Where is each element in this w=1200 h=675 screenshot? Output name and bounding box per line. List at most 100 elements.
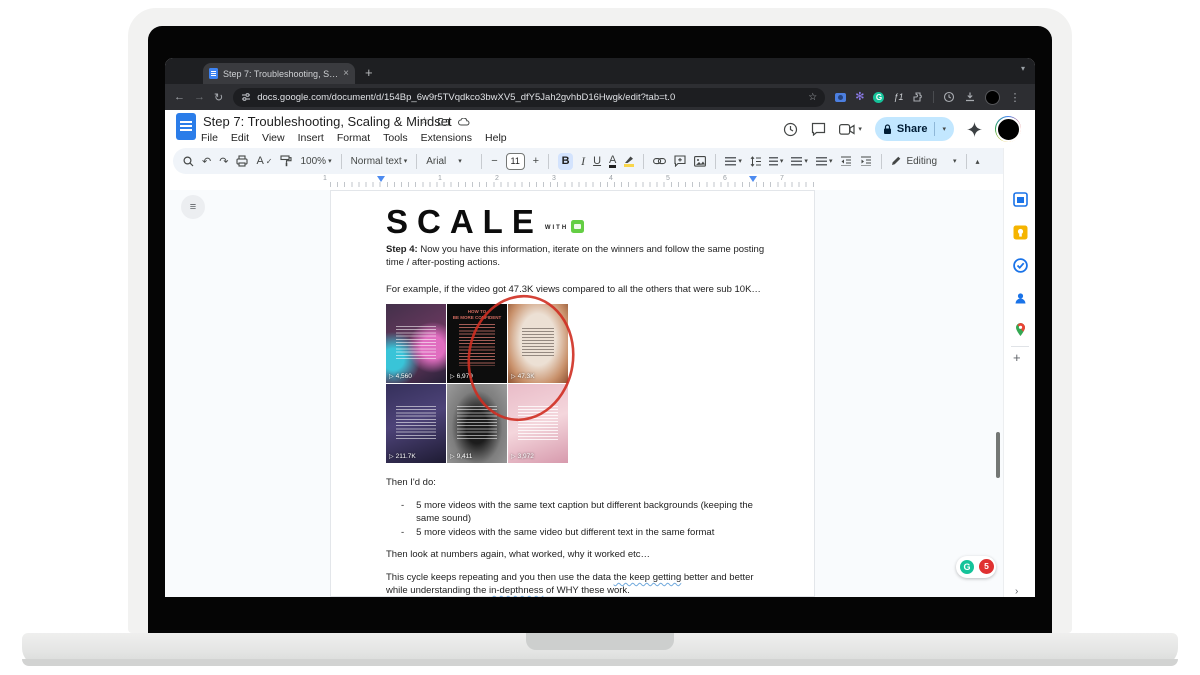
download-icon[interactable] [964, 91, 976, 103]
back-button[interactable]: ← [174, 91, 185, 103]
align-button[interactable]: ▾ [725, 157, 742, 166]
reload-button[interactable]: ↻ [214, 91, 223, 104]
insert-image-icon[interactable] [694, 156, 706, 167]
editing-mode-select[interactable]: Editing ▾ [891, 156, 956, 167]
italic-button[interactable]: I [581, 154, 585, 169]
move-folder-icon[interactable] [438, 117, 449, 126]
paint-format-icon[interactable] [280, 155, 292, 167]
scale-logo: SCALE WITH [386, 205, 584, 239]
star-document-icon[interactable]: ☆ [420, 116, 429, 127]
document-title[interactable]: Step 7: Troubleshooting, Scaling & Minds… [203, 114, 452, 129]
print-icon[interactable] [236, 155, 248, 167]
purple-extension-icon[interactable]: ✻ [855, 92, 864, 103]
font-size-input[interactable]: 11 [506, 153, 525, 170]
bullet-dash: - [401, 526, 404, 539]
grammarly-widget[interactable]: G 5 [956, 556, 996, 578]
font-size-increase[interactable]: + [533, 155, 539, 167]
keep-icon[interactable] [1013, 225, 1028, 240]
play-icon: ▷ [389, 453, 394, 460]
divider [548, 154, 549, 169]
tiktok-grid-image: ▷4,560 HOW TOBE MORE CONFIDENT ▷6,979 ▷4… [386, 304, 567, 464]
font-select[interactable]: Arial▾ [426, 156, 472, 167]
menu-item[interactable]: Format [337, 132, 370, 144]
browser-menu-icon[interactable]: ⋮ [1009, 91, 1020, 104]
ruler[interactable]: 11234567 [165, 174, 1003, 189]
numbered-list-button[interactable]: ▾ [816, 157, 833, 166]
bookmark-star-icon[interactable]: ☆ [808, 92, 817, 103]
docs-favicon-icon [209, 68, 218, 79]
search-icon[interactable] [183, 156, 194, 167]
browser-tab[interactable]: Step 7: Troubleshooting, Scal × [203, 63, 355, 84]
font-size-decrease[interactable]: − [491, 155, 497, 167]
tab-strip: Step 7: Troubleshooting, Scal × + ▾ [165, 58, 1035, 84]
menu-item[interactable]: File [201, 132, 218, 144]
highlight-color-button[interactable] [624, 155, 634, 167]
underline-button[interactable]: U [593, 155, 601, 167]
camera-extension-icon[interactable] [835, 93, 846, 102]
address-bar[interactable]: docs.google.com/document/d/154Bp_6w9r5TV… [233, 88, 825, 107]
document-canvas: ≡ SCALE WITH Step 4: Now you have this i… [165, 190, 1003, 597]
bulleted-list-button[interactable]: ▾ [791, 157, 808, 166]
checklist-button[interactable]: ▾ [769, 157, 784, 166]
calendar-icon[interactable] [1013, 192, 1028, 207]
gemini-star-icon[interactable] [967, 122, 982, 137]
forward-button[interactable]: → [194, 91, 205, 103]
scrollbar[interactable] [996, 432, 1000, 478]
grammar-suggestion: in-depthness [489, 585, 543, 596]
collapse-toolbar-button[interactable]: ▴ [976, 157, 980, 166]
menu-item[interactable]: View [262, 132, 285, 144]
new-tab-button[interactable]: + [365, 63, 373, 83]
browser-profile-avatar[interactable] [985, 90, 1000, 105]
thumbnail-caption-lines [518, 406, 558, 440]
undo-button[interactable]: ↶ [202, 155, 211, 168]
fonts-extension-icon[interactable]: ƒ1 [893, 92, 903, 102]
bold-button[interactable]: B [558, 153, 573, 170]
comments-icon[interactable] [811, 122, 826, 136]
pencil-icon [891, 156, 901, 166]
meet-button[interactable]: ▾ [839, 124, 862, 135]
indent-marker-right[interactable] [749, 176, 757, 182]
zoom-select[interactable]: 100%▾ [300, 156, 331, 167]
docs-logo-icon[interactable] [176, 113, 196, 140]
video-thumbnail: HOW TOBE MORE CONFIDENT ▷6,979 [447, 304, 507, 383]
account-avatar[interactable] [995, 116, 1021, 142]
increase-indent-icon[interactable] [860, 156, 872, 166]
show-outline-button[interactable]: ≡ [181, 195, 205, 219]
tab-close-icon[interactable]: × [343, 69, 349, 79]
extensions-puzzle-icon[interactable] [912, 91, 924, 103]
play-icon: ▷ [511, 373, 516, 380]
insert-link-icon[interactable] [653, 157, 666, 165]
grammarly-extension-icon[interactable]: G [873, 92, 884, 103]
menu-item[interactable]: Tools [383, 132, 408, 144]
history-clock-icon[interactable] [943, 91, 955, 103]
decrease-indent-icon[interactable] [840, 156, 852, 166]
tasks-icon[interactable] [1013, 258, 1028, 273]
divider [481, 154, 482, 169]
tab-title: Step 7: Troubleshooting, Scal [223, 69, 338, 79]
redo-button[interactable]: ↷ [219, 155, 228, 168]
cloud-status-icon[interactable] [458, 118, 470, 126]
divider [966, 154, 967, 169]
indent-marker-left[interactable] [377, 176, 385, 182]
menu-item[interactable]: Insert [298, 132, 324, 144]
menu-item[interactable]: Edit [231, 132, 249, 144]
line-spacing-icon[interactable] [750, 156, 761, 167]
get-addons-button[interactable]: + [1013, 350, 1021, 365]
version-history-icon[interactable] [783, 122, 798, 137]
menu-item[interactable]: Help [485, 132, 507, 144]
styles-select[interactable]: Normal text▾ [351, 156, 408, 167]
menu-item[interactable]: Extensions [421, 132, 472, 144]
spellcheck-button[interactable]: A✓ [256, 155, 272, 167]
hide-side-panel-button[interactable]: › [1015, 586, 1018, 597]
paragraph-step4: Step 4: Now you have this information, i… [386, 243, 768, 269]
url-text: docs.google.com/document/d/154Bp_6w9r5TV… [257, 92, 802, 103]
text-color-button[interactable]: A [609, 155, 616, 168]
tab-search-chevron-icon[interactable]: ▾ [1021, 64, 1025, 73]
scale-logo-with: WITH [545, 225, 568, 231]
add-comment-icon[interactable] [674, 155, 686, 167]
share-chevron-icon[interactable]: ▾ [942, 125, 946, 133]
document-page[interactable]: SCALE WITH Step 4: Now you have this inf… [330, 190, 815, 597]
share-button[interactable]: Share ▾ [875, 117, 954, 141]
contacts-icon[interactable] [1013, 291, 1028, 306]
maps-icon[interactable] [1013, 322, 1028, 337]
